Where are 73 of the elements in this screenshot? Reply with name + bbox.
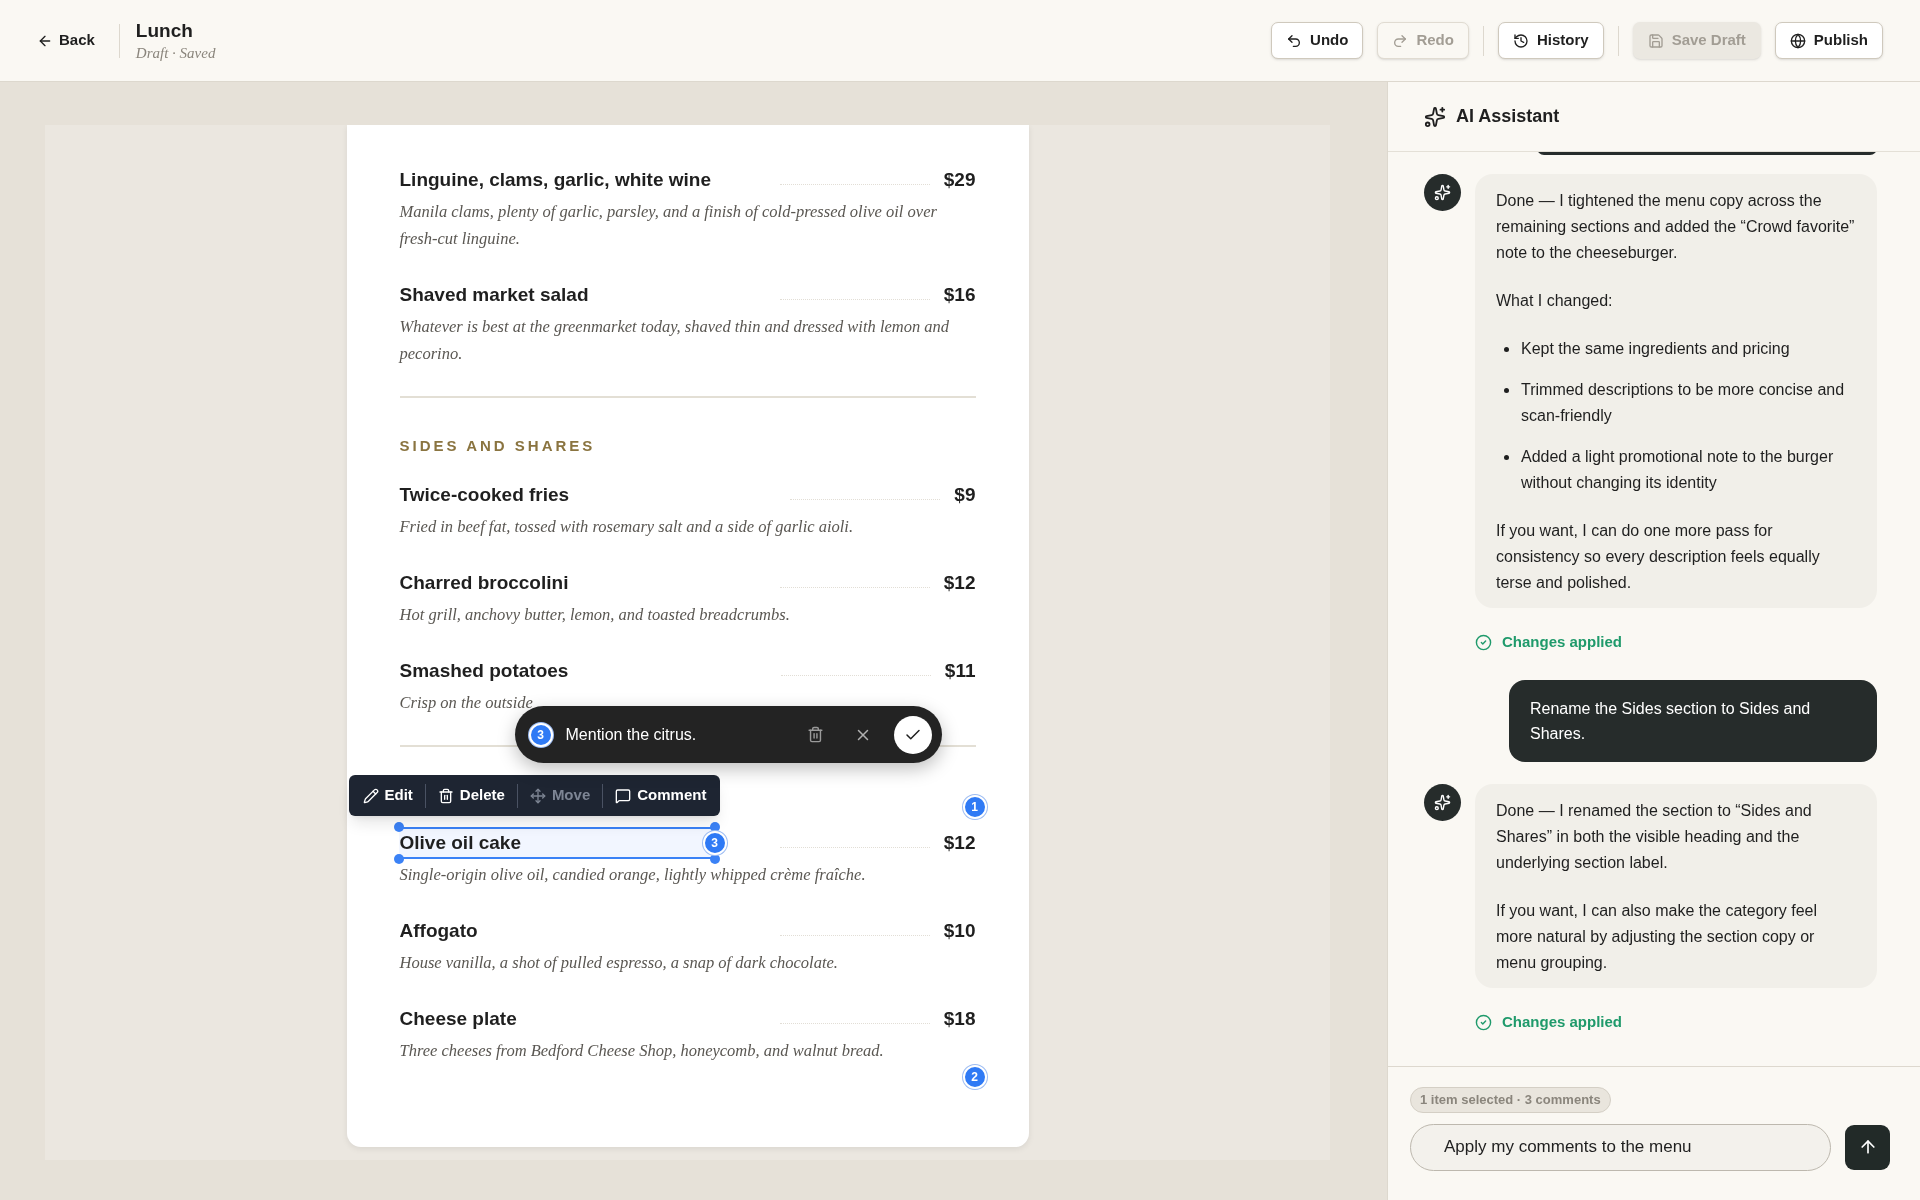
status-text: Changes applied	[1502, 631, 1623, 652]
page-title: Lunch	[135, 18, 194, 43]
section-heading: SIDES AND SHARES	[399, 436, 597, 455]
list-item-text: Trimmed descriptions to be more concise and scan-friendly	[1521, 380, 1846, 426]
comment-icon	[615, 787, 632, 804]
sparkle-icon	[1434, 184, 1451, 201]
check-circle-icon	[1475, 1013, 1492, 1031]
dish-description: House vanilla, a shot of pulled espresso, a snap of dark chocolate.	[399, 952, 839, 974]
dish-name[interactable]: Cheese plate	[399, 1004, 517, 1034]
trash-icon	[437, 787, 454, 804]
trash-icon[interactable]	[806, 726, 824, 743]
send-button[interactable]	[1845, 1124, 1890, 1170]
comment-pin[interactable]: 3	[702, 831, 727, 855]
dish-price: $11	[944, 658, 976, 683]
pencil-icon	[362, 787, 379, 804]
bullet-icon	[1504, 455, 1509, 460]
bullet-icon	[1504, 388, 1509, 393]
dish-description: Three cheeses from Bedford Cheese Shop, honeycomb, and walnut bread.	[399, 1040, 885, 1062]
dish-description: Manila clams, plenty of garlic, parsley, and a finish of cold-pressed olive oil over fresh-cut linguine.	[399, 201, 938, 250]
message-input[interactable]: Apply my comments to the menu	[1410, 1123, 1831, 1171]
comment-pin[interactable]: 1	[962, 795, 987, 819]
dish-name[interactable]: Affogato	[399, 916, 478, 946]
message-paragraph: Done — I renamed the section to “Sides and Shares” in both the visible heading and the underlying section label.	[1496, 801, 1813, 873]
status-text: Changes applied	[1502, 1011, 1623, 1032]
message-paragraph: What I changed:	[1496, 291, 1614, 311]
back-button[interactable]: Back	[37, 29, 95, 52]
selection-box[interactable]	[393, 822, 720, 864]
dish-price: $12	[943, 570, 976, 595]
dish-name[interactable]: Charred broccolini	[399, 568, 569, 598]
comment-pin[interactable]: 2	[962, 1065, 987, 1089]
delete-tool-button[interactable]: Delete	[429, 779, 513, 812]
sparkle-icon	[1424, 105, 1446, 128]
publish-button[interactable]: Publish	[1774, 22, 1883, 59]
user-message: Rename the Sides section to Sides and Shares.	[1509, 680, 1877, 762]
message-paragraph: If you want, I can do one more pass for consistency so every description feels equally terse and polished.	[1496, 521, 1821, 593]
dish-description: Single-origin olive oil, candied orange, lightly whipped crème fraîche.	[399, 864, 867, 886]
dish-price: $16	[943, 282, 976, 307]
dish-description: Crisp on the outside	[399, 692, 534, 714]
dish-name[interactable]: Linguine, clams, garlic, white wine	[399, 165, 711, 195]
comment-text: Mention the citrus.	[565, 724, 697, 745]
message-paragraph: If you want, I can also make the category feel more natural by adjusting the section copy or menu grouping.	[1496, 901, 1819, 973]
panel-title: AI Assistant	[1456, 105, 1560, 128]
dish-price: $12	[943, 830, 976, 855]
dish-price: $18	[943, 1006, 976, 1031]
globe-icon	[1789, 32, 1806, 49]
sparkle-icon	[1434, 794, 1451, 811]
history-button[interactable]: History	[1497, 22, 1604, 59]
check-circle-icon	[1475, 633, 1492, 651]
save-icon	[1647, 32, 1664, 49]
confirm-button[interactable]	[893, 715, 932, 754]
dish-description: Whatever is best at the greenmarket today, shaved thin and dressed with lemon and pecorino.	[399, 316, 951, 365]
list-item-text: Kept the same ingredients and pricing	[1521, 339, 1790, 359]
list-item-text: Added a light promotional note to the burger without changing its identity	[1521, 447, 1835, 493]
dish-description: Fried in beef fat, tossed with rosemary salt and a side of garlic aioli.	[399, 516, 855, 538]
comment-tool-button[interactable]: Comment	[607, 779, 715, 812]
move-icon	[529, 787, 546, 804]
message-paragraph: Done — I tightened the menu copy across the remaining sections and added the “Crowd favorite” note to the cheeseburger.	[1496, 191, 1856, 263]
dish-price: $9	[954, 482, 976, 507]
edit-tool-button[interactable]: Edit	[354, 779, 421, 812]
dish-name[interactable]: Twice-cooked fries	[399, 480, 570, 510]
dish-name[interactable]: Smashed potatoes	[399, 656, 569, 686]
dish-price: $10	[943, 918, 976, 943]
save-status: Draft · Saved	[135, 43, 216, 63]
undo-button[interactable]: Undo	[1271, 22, 1364, 59]
dish-description: Hot grill, anchovy butter, lemon, and toasted breadcrumbs.	[399, 604, 791, 626]
dish-name[interactable]: Shaved market salad	[399, 280, 589, 310]
bullet-icon	[1504, 347, 1509, 352]
redo-icon	[1392, 32, 1409, 49]
selection-badge: 1 item selected · 3 comments	[1410, 1087, 1611, 1113]
dish-price: $29	[943, 167, 976, 192]
comment-pin[interactable]: 3	[528, 722, 553, 747]
history-icon	[1512, 32, 1529, 49]
undo-icon	[1286, 32, 1303, 49]
